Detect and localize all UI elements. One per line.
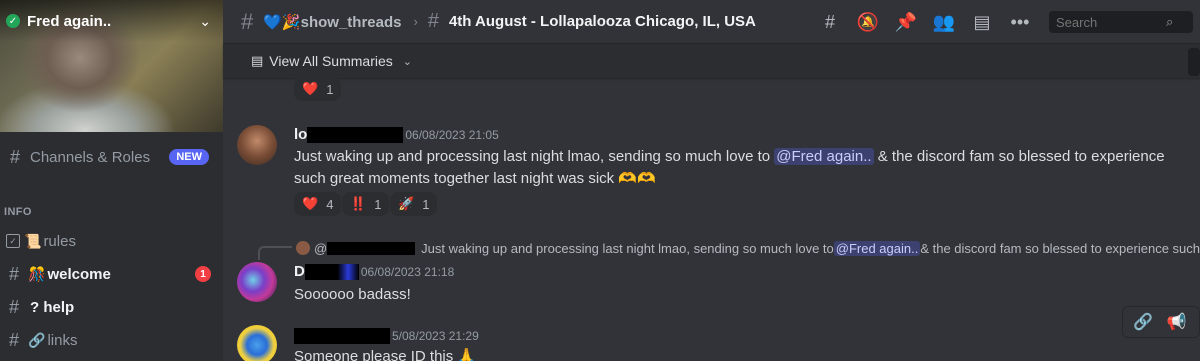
parent-channel-link[interactable]: 💙🎉show_threads — [263, 13, 401, 31]
link-icon[interactable]: 🔗 — [1133, 312, 1153, 332]
hash-icon: # — [8, 329, 19, 350]
avatar — [296, 241, 310, 255]
channel-header: # 💙🎉show_threads › # 4th August - Lollap… — [223, 0, 1200, 44]
mute-notifications-icon[interactable]: 🔕 — [849, 12, 887, 33]
reaction-emoji: ❤️ — [302, 81, 319, 96]
username[interactable]: lo — [294, 126, 307, 143]
more-options-icon[interactable]: ••• — [1001, 12, 1039, 33]
user-mention[interactable]: @Fred again.. — [833, 240, 921, 256]
reaction-count: 4 — [326, 196, 334, 212]
server-name: Fred again.. — [27, 12, 112, 30]
thread-title: 4th August - Lollapalooza Chicago, IL, U… — [448, 13, 756, 30]
sidebar-item-links[interactable]: # 🔗 links — [4, 327, 219, 353]
message-header: lo 06/08/2023 21:05 — [294, 126, 499, 143]
members-icon[interactable]: 👥 — [925, 12, 963, 33]
message-header: D 06/08/2023 21:18 — [294, 263, 454, 280]
threads-icon[interactable]: # — [811, 12, 849, 33]
message-text: Just waking up and processing last night… — [294, 148, 775, 165]
reply-author: @ — [314, 240, 328, 256]
summaries-icon[interactable]: ▤ — [963, 12, 1001, 33]
channel-emoji: 📜 — [24, 232, 42, 249]
username[interactable]: D — [294, 263, 305, 280]
verified-icon: ✓ — [6, 14, 20, 28]
avatar[interactable] — [237, 262, 277, 302]
hash-icon: # — [241, 8, 254, 34]
reaction-emoji: ❤️ — [302, 196, 319, 211]
sidebar-item-rules[interactable]: ✓ 📜 rules — [4, 228, 219, 254]
server-header[interactable]: ✓ Fred again.. ⌄ — [0, 0, 223, 42]
chevron-down-icon: ⌄ — [402, 55, 412, 68]
message-header: 5/08/2023 21:29 — [294, 328, 479, 344]
search-icon: ⌕ — [1166, 14, 1174, 29]
reaction-emoji: ‼️ — [350, 196, 367, 211]
thread-icon: # — [427, 10, 439, 32]
pin-icon[interactable]: 📌 — [887, 12, 925, 33]
reaction-count: 1 — [374, 196, 382, 212]
avatar[interactable] — [237, 325, 277, 361]
mention-count-badge: 1 — [195, 266, 211, 282]
redacted-username — [294, 328, 390, 344]
scrollbar[interactable] — [1188, 48, 1200, 76]
summaries-bar[interactable]: ▤ View All Summaries ⌄ — [223, 44, 1200, 78]
header-toolbar: # 🔕 📌 👥 ▤ ••• — [811, 0, 1039, 44]
hash-icon: # — [8, 263, 19, 284]
channels-roles-label: Channels & Roles — [30, 148, 151, 166]
search-input[interactable] — [1056, 14, 1166, 30]
reply-text: & the discord fam so blessed to experien… — [920, 240, 1200, 256]
timestamp: 06/08/2023 21:18 — [360, 264, 455, 279]
hash-icon: # — [8, 296, 19, 317]
reaction-count: 1 — [326, 81, 334, 97]
channel-emoji: 🔗 — [28, 331, 46, 348]
summaries-icon: ▤ — [251, 53, 264, 68]
channel-name: rules — [43, 232, 76, 250]
reaction-emoji: 🚀 — [398, 196, 415, 211]
channel-name: welcome — [47, 265, 111, 283]
timestamp: 5/08/2023 21:29 — [392, 329, 479, 343]
redacted-username — [304, 263, 359, 280]
redacted-username — [307, 126, 404, 143]
message-content: Soooooo badass! — [294, 286, 411, 303]
channels-and-roles-item[interactable]: # Channels & Roles NEW — [0, 144, 223, 170]
channels-roles-icon: # — [9, 146, 20, 167]
sidebar-item-help[interactable]: # ? help — [4, 294, 219, 320]
new-badge: NEW — [169, 149, 209, 165]
megaphone-icon[interactable]: 📢 — [1167, 312, 1187, 332]
reply-preview[interactable]: @ Just waking up and processing last nig… — [296, 240, 1200, 256]
channel-name: links — [47, 331, 78, 349]
breadcrumb-separator: › — [413, 14, 418, 29]
reaction-button[interactable]: ‼️ 1 — [342, 192, 390, 216]
reply-text: Just waking up and processing last night… — [421, 240, 834, 256]
user-mention[interactable]: @Fred again.. — [774, 148, 874, 165]
rules-icon: ✓ — [6, 234, 20, 248]
reaction-count: 1 — [422, 196, 430, 212]
message-actions-toolbar: 🔗 📢 — [1122, 306, 1200, 338]
reaction-button[interactable]: ❤️ 1 — [294, 77, 342, 101]
channel-sidebar: ✓ Fred again.. ⌄ # Channels & Roles NEW … — [0, 0, 223, 361]
reaction-button[interactable]: ❤️ 4 — [294, 192, 342, 216]
message-content: Just waking up and processing last night… — [294, 146, 1194, 190]
message-content: Someone please ID this 🙏 — [294, 348, 477, 361]
channel-emoji: 🎊 — [28, 265, 46, 282]
reaction-button[interactable]: 🚀 1 — [390, 192, 438, 216]
reply-connector — [258, 246, 292, 260]
chevron-down-icon[interactable]: ⌄ — [199, 13, 211, 30]
channel-name: ? help — [30, 298, 75, 316]
timestamp: 06/08/2023 21:05 — [405, 127, 499, 142]
sidebar-item-welcome[interactable]: # 🎊 welcome 1 — [4, 261, 219, 287]
view-all-summaries-label: View All Summaries — [269, 53, 393, 69]
redacted-username — [327, 241, 416, 255]
avatar[interactable] — [237, 125, 277, 165]
category-info[interactable]: INFO — [4, 206, 32, 218]
search-box[interactable]: ⌕ — [1049, 11, 1193, 33]
